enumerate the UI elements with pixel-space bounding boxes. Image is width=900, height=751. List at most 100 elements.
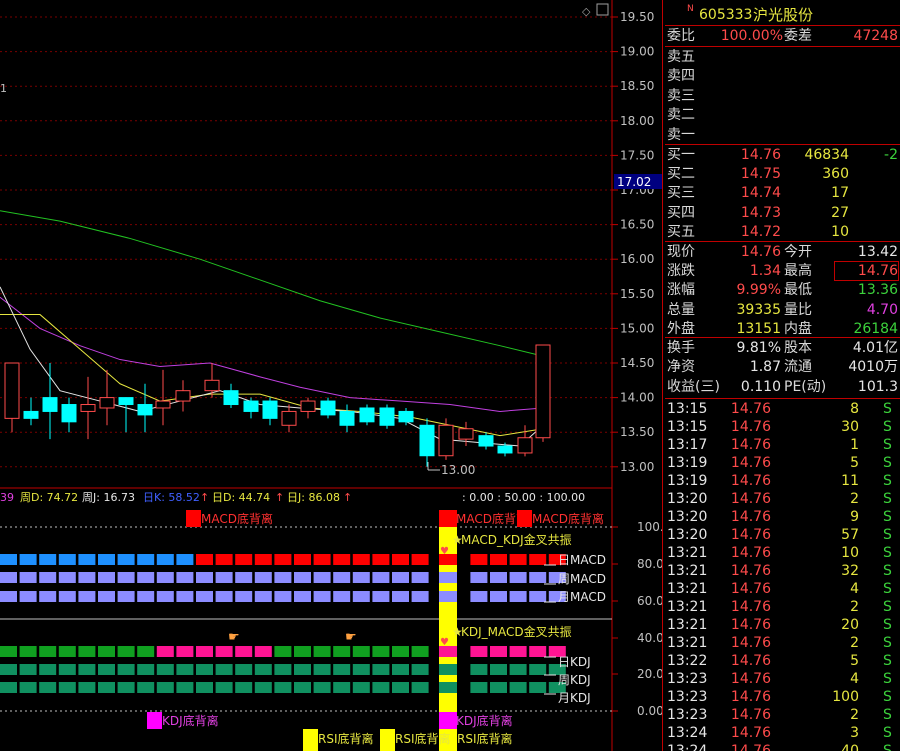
- tick-price: 14.76: [730, 707, 771, 723]
- tick-volume: 2: [850, 599, 859, 615]
- heart-icon: ♥: [440, 637, 449, 648]
- divider: [665, 25, 900, 26]
- quote-row: 涨幅 9.99% 最低 13.36: [665, 281, 900, 299]
- month-macd-cell: [19, 591, 37, 602]
- tick-row[interactable]: 13:21 14.76 2 S: [665, 634, 900, 652]
- tick-row[interactable]: 13:21 14.76 10 S: [665, 544, 900, 562]
- ma-line-magenta: [0, 296, 544, 412]
- quote-label: 今开: [784, 244, 812, 260]
- divider: [665, 144, 900, 145]
- ma-line-white: [0, 286, 544, 447]
- tick-row[interactable]: 13:20 14.76 57 S: [665, 526, 900, 544]
- day-kdj-cell: [509, 646, 527, 657]
- buy-level-volume: 360: [822, 166, 849, 183]
- day-kdj-cell: [392, 646, 409, 657]
- buy-level-row[interactable]: 买五 14.72 10: [665, 223, 900, 241]
- tick-volume: 5: [850, 653, 859, 669]
- tick-row[interactable]: 13:24 14.76 3 S: [665, 724, 900, 742]
- day-macd-cell: [333, 554, 351, 565]
- order-ratio-label: 委比: [667, 28, 695, 44]
- buy-level-row[interactable]: 买一 14.76 46834 -2: [665, 146, 900, 164]
- candle-down: [320, 400, 336, 416]
- tick-volume: 32: [841, 563, 859, 579]
- month-kdj-cell: [117, 682, 135, 693]
- month-kdj-cell: [78, 682, 96, 693]
- month-kdj-cell: [509, 682, 527, 693]
- tick-price: 14.76: [730, 473, 771, 489]
- order-diff-value: 47248: [853, 28, 898, 44]
- sell-level-row[interactable]: 卖五: [665, 48, 900, 66]
- osc-tick-label: 40.00: [637, 631, 662, 645]
- kline-chart-area[interactable]: 19.5019.0018.5018.0017.5017.0016.5016.00…: [0, 0, 662, 751]
- quote-value: 26184: [853, 320, 898, 337]
- tick-row[interactable]: 13:23 14.76 2 S: [665, 706, 900, 724]
- tick-side: S: [883, 635, 892, 651]
- week-macd-cell: [411, 572, 429, 583]
- tick-row[interactable]: 13:19 14.76 11 S: [665, 472, 900, 490]
- week-macd-cell: [274, 572, 292, 583]
- candle-down: [419, 424, 435, 457]
- stat-row: 换手 9.81% 股本 4.01亿: [665, 339, 900, 357]
- day-kdj-cell: [98, 646, 115, 657]
- rsi-div-label-2: RSI底背离: [395, 731, 451, 746]
- tick-side: S: [883, 599, 892, 615]
- day-macd-cell: [235, 554, 253, 565]
- month-kdj-cell: [176, 682, 194, 693]
- buy-level-label: 买五: [667, 223, 695, 240]
- maximize-icon[interactable]: [596, 3, 609, 16]
- tick-row[interactable]: 13:20 14.76 9 S: [665, 508, 900, 526]
- sell-level-row[interactable]: 卖三: [665, 87, 900, 105]
- tick-row[interactable]: 13:15 14.76 30 S: [665, 418, 900, 436]
- tick-row[interactable]: 13:21 14.76 4 S: [665, 580, 900, 598]
- tick-row[interactable]: 13:20 14.76 2 S: [665, 490, 900, 508]
- divider: [665, 46, 900, 47]
- candle-down: [23, 410, 39, 419]
- stat-label: 股本: [784, 340, 812, 356]
- week-macd-cell: [176, 572, 194, 583]
- tick-side: S: [883, 743, 892, 751]
- tick-row[interactable]: 13:21 14.76 20 S: [665, 616, 900, 634]
- price-tick-label: 15.00: [620, 321, 654, 335]
- month-macd-cell: [39, 591, 57, 602]
- tick-price: 14.76: [730, 419, 771, 435]
- tick-row[interactable]: 13:22 14.76 5 S: [665, 652, 900, 670]
- sell-level-label: 卖三: [667, 87, 695, 104]
- row-label-day-macd: 日MACD: [558, 553, 606, 567]
- sell-level-row[interactable]: 卖二: [665, 106, 900, 124]
- sell-level-row[interactable]: 卖一: [665, 126, 900, 144]
- diamond-icon[interactable]: ◇: [582, 5, 591, 18]
- month-macd-cell: [352, 591, 370, 602]
- quote-value: 9.99%: [736, 282, 781, 299]
- buy-level-change: -2: [884, 147, 898, 163]
- buy-level-row[interactable]: 买二 14.75 360: [665, 165, 900, 183]
- day-macd-cell: [313, 554, 331, 565]
- tick-time: 13:24: [667, 743, 708, 751]
- quote-row: 现价 14.76 今开 13.42: [665, 243, 900, 261]
- tick-row[interactable]: 13:17 14.76 1 S: [665, 436, 900, 454]
- stock-title[interactable]: N 605333 沪光股份: [665, 4, 900, 26]
- quote-label: 外盘: [667, 320, 695, 337]
- day-macd-cell: [0, 554, 17, 565]
- month-macd-cell: [313, 591, 331, 602]
- week-kdj-cell: [156, 664, 174, 675]
- tick-row[interactable]: 13:23 14.76 4 S: [665, 670, 900, 688]
- tick-price: 14.76: [730, 617, 771, 633]
- day-macd-cell: [372, 554, 390, 565]
- month-macd-cell: [294, 591, 311, 602]
- buy-level-label: 买三: [667, 185, 695, 202]
- sell-level-row[interactable]: 卖四: [665, 67, 900, 85]
- day-macd-cell: [352, 554, 370, 565]
- buy-level-row[interactable]: 买四 14.73 27: [665, 204, 900, 222]
- tick-row[interactable]: 13:21 14.76 32 S: [665, 562, 900, 580]
- tick-row[interactable]: 13:24 14.76 40 S: [665, 742, 900, 751]
- tick-row[interactable]: 13:21 14.76 2 S: [665, 598, 900, 616]
- quote-label: 最高: [784, 263, 812, 280]
- buy-level-row[interactable]: 买三 14.74 17: [665, 184, 900, 202]
- tick-time: 13:21: [667, 617, 708, 633]
- signal-column-cell: [439, 682, 457, 693]
- macd-div-label-1: MACD底背离: [201, 511, 273, 526]
- tick-row[interactable]: 13:23 14.76 100 S: [665, 688, 900, 706]
- tick-row[interactable]: 13:15 14.76 8 S: [665, 400, 900, 418]
- tick-row[interactable]: 13:19 14.76 5 S: [665, 454, 900, 472]
- month-macd-cell: [392, 591, 409, 602]
